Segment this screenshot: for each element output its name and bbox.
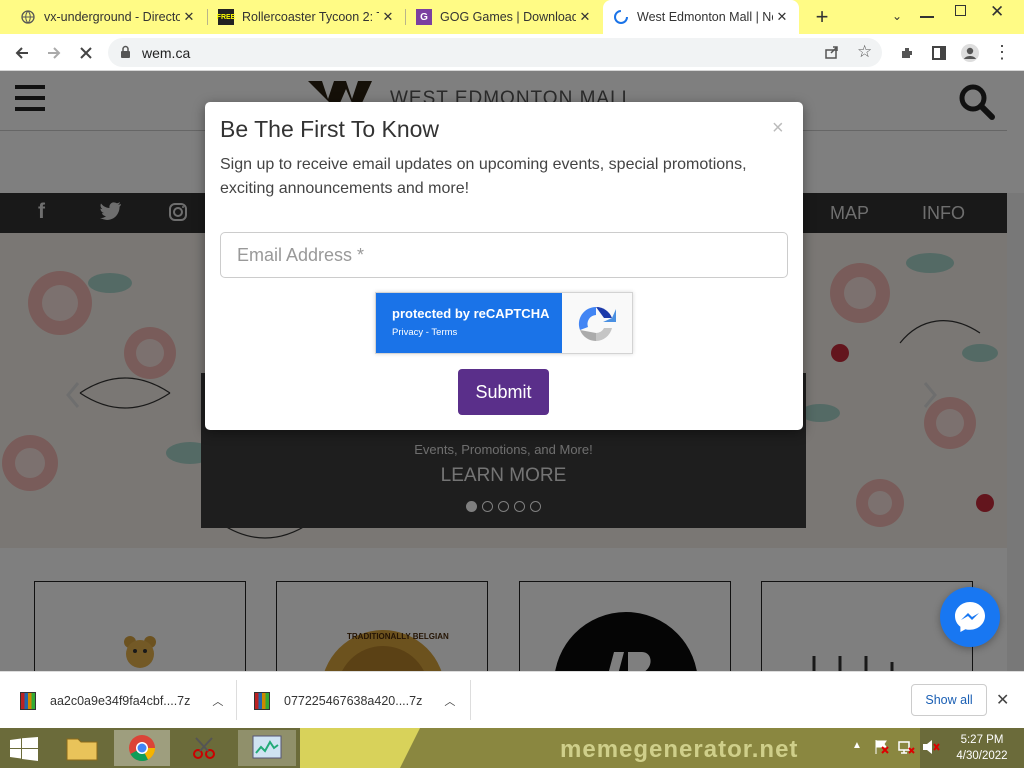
windows-taskbar: memegenerator.net ▲ 5:27 PM 4/30/2022 <box>0 728 1024 768</box>
tab-title: GOG Games | Download <box>440 10 576 24</box>
stop-icon[interactable] <box>74 34 98 71</box>
restore-icon[interactable] <box>955 5 966 16</box>
tray-chevron-up-icon[interactable]: ▲ <box>852 740 862 751</box>
download-shelf: aa2c0a9e34f9fa4cbf....7z ︿ 077225467638a… <box>0 671 1024 728</box>
file-explorer-icon[interactable] <box>58 730 106 766</box>
action-center-flag-icon[interactable] <box>874 739 890 760</box>
share-icon[interactable] <box>824 44 840 65</box>
recaptcha-badge[interactable]: protected by reCAPTCHA Privacy - Terms <box>375 292 633 354</box>
wallpaper-text: memegenerator.net <box>560 736 799 763</box>
close-icon[interactable]: ✕ <box>180 9 198 25</box>
tab-vx-underground[interactable]: vx-underground - Directory ✕ <box>10 0 206 34</box>
recaptcha-label: protected by reCAPTCHA <box>392 306 550 321</box>
download-filename: 077225467638a420....7z <box>284 693 423 708</box>
sidepanel-icon[interactable] <box>928 34 950 71</box>
download-filename: aa2c0a9e34f9fa4cbf....7z <box>50 693 191 708</box>
minimize-icon[interactable] <box>920 16 934 18</box>
windows-start-icon[interactable] <box>10 737 38 766</box>
bookmark-star-icon[interactable]: ☆ <box>857 42 872 62</box>
tab-gog-games[interactable]: G GOG Games | Download ✕ <box>406 0 602 34</box>
download-item[interactable]: aa2c0a9e34f9fa4cbf....7z ︿ <box>20 672 223 729</box>
messenger-icon <box>955 602 985 632</box>
web-page: WEST EDMONTON MALL f MAP INFO Events, Pr… <box>0 71 1024 671</box>
tab-title: West Edmonton Mall | North America's Lar… <box>637 10 773 24</box>
volume-muted-icon[interactable] <box>922 739 940 760</box>
archive-icon <box>254 691 270 710</box>
signup-modal: Be The First To Know × Sign up to receiv… <box>205 102 803 430</box>
chevron-up-icon[interactable]: ︿ <box>444 693 455 709</box>
wem-icon <box>613 9 629 25</box>
download-item[interactable]: 077225467638a420....7z ︿ <box>254 672 455 729</box>
tab-title: Rollercoaster Tycoon 2: Triple Thrill Pa… <box>242 10 379 24</box>
close-icon[interactable]: ✕ <box>996 690 1009 710</box>
address-bar[interactable]: wem.ca ☆ <box>108 38 882 67</box>
tab-rollercoaster-tycoon[interactable]: FREE Rollercoaster Tycoon 2: Triple Thri… <box>208 0 405 34</box>
clock-date: 4/30/2022 <box>956 750 1008 762</box>
chevron-up-icon[interactable]: ︿ <box>212 693 223 709</box>
submit-button[interactable]: Submit <box>458 369 549 415</box>
globe-icon <box>20 9 36 25</box>
chrome-taskbar-icon[interactable] <box>114 730 170 766</box>
modal-description: Sign up to receive email updates on upco… <box>220 156 747 197</box>
messenger-chat-button[interactable] <box>940 587 1000 647</box>
gog-icon: G <box>416 9 432 25</box>
plus-icon[interactable]: + <box>812 5 832 29</box>
lock-icon[interactable] <box>120 45 131 64</box>
close-icon[interactable]: × <box>772 118 784 138</box>
recaptcha-label-panel: protected by reCAPTCHA Privacy - Terms <box>376 293 562 353</box>
network-icon[interactable] <box>898 739 916 760</box>
recaptcha-links[interactable]: Privacy - Terms <box>392 327 457 338</box>
clock-time: 5:27 PM <box>960 734 1004 746</box>
window-close-icon[interactable]: ✕ <box>990 2 1004 22</box>
address-text: wem.ca <box>142 45 191 61</box>
profile-icon[interactable] <box>959 34 981 71</box>
forward-icon[interactable] <box>42 34 66 71</box>
back-icon[interactable] <box>10 34 34 71</box>
close-icon[interactable]: ✕ <box>379 9 397 25</box>
tab-west-edmonton-mall[interactable]: West Edmonton Mall | North America's Lar… <box>603 0 799 34</box>
archive-icon <box>20 691 36 710</box>
system-clock[interactable]: 5:27 PM 4/30/2022 <box>952 732 1012 764</box>
snipping-tool-icon[interactable] <box>178 730 230 766</box>
recaptcha-icon <box>578 306 616 342</box>
show-all-button[interactable]: Show all <box>911 684 987 716</box>
email-field[interactable] <box>220 232 788 278</box>
modal-title: Be The First To Know <box>220 116 440 142</box>
task-manager-icon[interactable] <box>238 730 296 766</box>
close-icon[interactable]: ✕ <box>576 9 594 25</box>
freegame-icon: FREE <box>217 9 235 25</box>
extensions-icon[interactable] <box>896 34 918 71</box>
tab-strip: vx-underground - Directory ✕ FREE Roller… <box>0 0 1024 34</box>
chevron-down-icon[interactable]: ⌄ <box>892 9 902 23</box>
tab-title: vx-underground - Directory <box>44 10 180 24</box>
menu-dots-icon[interactable]: ⋮ <box>992 34 1012 71</box>
close-icon[interactable]: ✕ <box>773 9 791 25</box>
browser-toolbar: wem.ca ☆ ⋮ <box>0 34 1024 71</box>
